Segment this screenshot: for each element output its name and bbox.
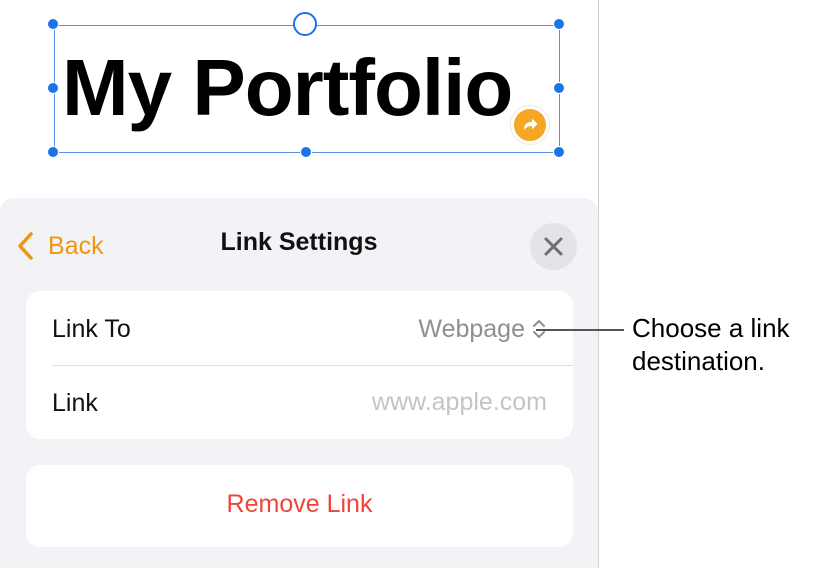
resize-handle-bottom-left[interactable] [47, 146, 59, 158]
callout-line-2: destination. [632, 346, 765, 376]
rotate-handle[interactable] [293, 12, 317, 36]
close-button[interactable] [530, 223, 577, 270]
resize-handle-right[interactable] [553, 82, 565, 94]
device-screen: My Portfolio Back Link Settings Link To … [0, 0, 599, 568]
callout-line [536, 329, 624, 331]
title-text[interactable]: My Portfolio [62, 38, 513, 138]
sheet-title: Link Settings [220, 228, 378, 256]
callout-text: Choose a link destination. [632, 312, 818, 378]
link-label: Link [52, 389, 98, 417]
resize-handle-top-right[interactable] [553, 18, 565, 30]
callout-line-1: Choose a link [632, 313, 790, 343]
close-icon [544, 237, 563, 256]
resize-handle-bottom[interactable] [300, 146, 312, 158]
link-to-value[interactable]: Webpage [418, 315, 525, 344]
link-to-label: Link To [52, 315, 131, 343]
resize-handle-left[interactable] [47, 82, 59, 94]
remove-link-button[interactable]: Remove Link [26, 465, 573, 547]
link-url-input[interactable] [247, 385, 547, 419]
link-settings-sheet: Back Link Settings Link To Webpage Link [0, 198, 598, 568]
link-to-row[interactable]: Link To Webpage [26, 291, 573, 366]
resize-handle-bottom-right[interactable] [553, 146, 565, 158]
resize-handle-top-left[interactable] [47, 18, 59, 30]
remove-link-label: Remove Link [226, 490, 373, 518]
link-badge[interactable] [511, 106, 549, 144]
document-canvas: My Portfolio [0, 0, 598, 200]
curved-arrow-icon [524, 118, 538, 130]
link-options-group: Link To Webpage Link [26, 291, 573, 439]
link-row: Link [26, 365, 573, 439]
